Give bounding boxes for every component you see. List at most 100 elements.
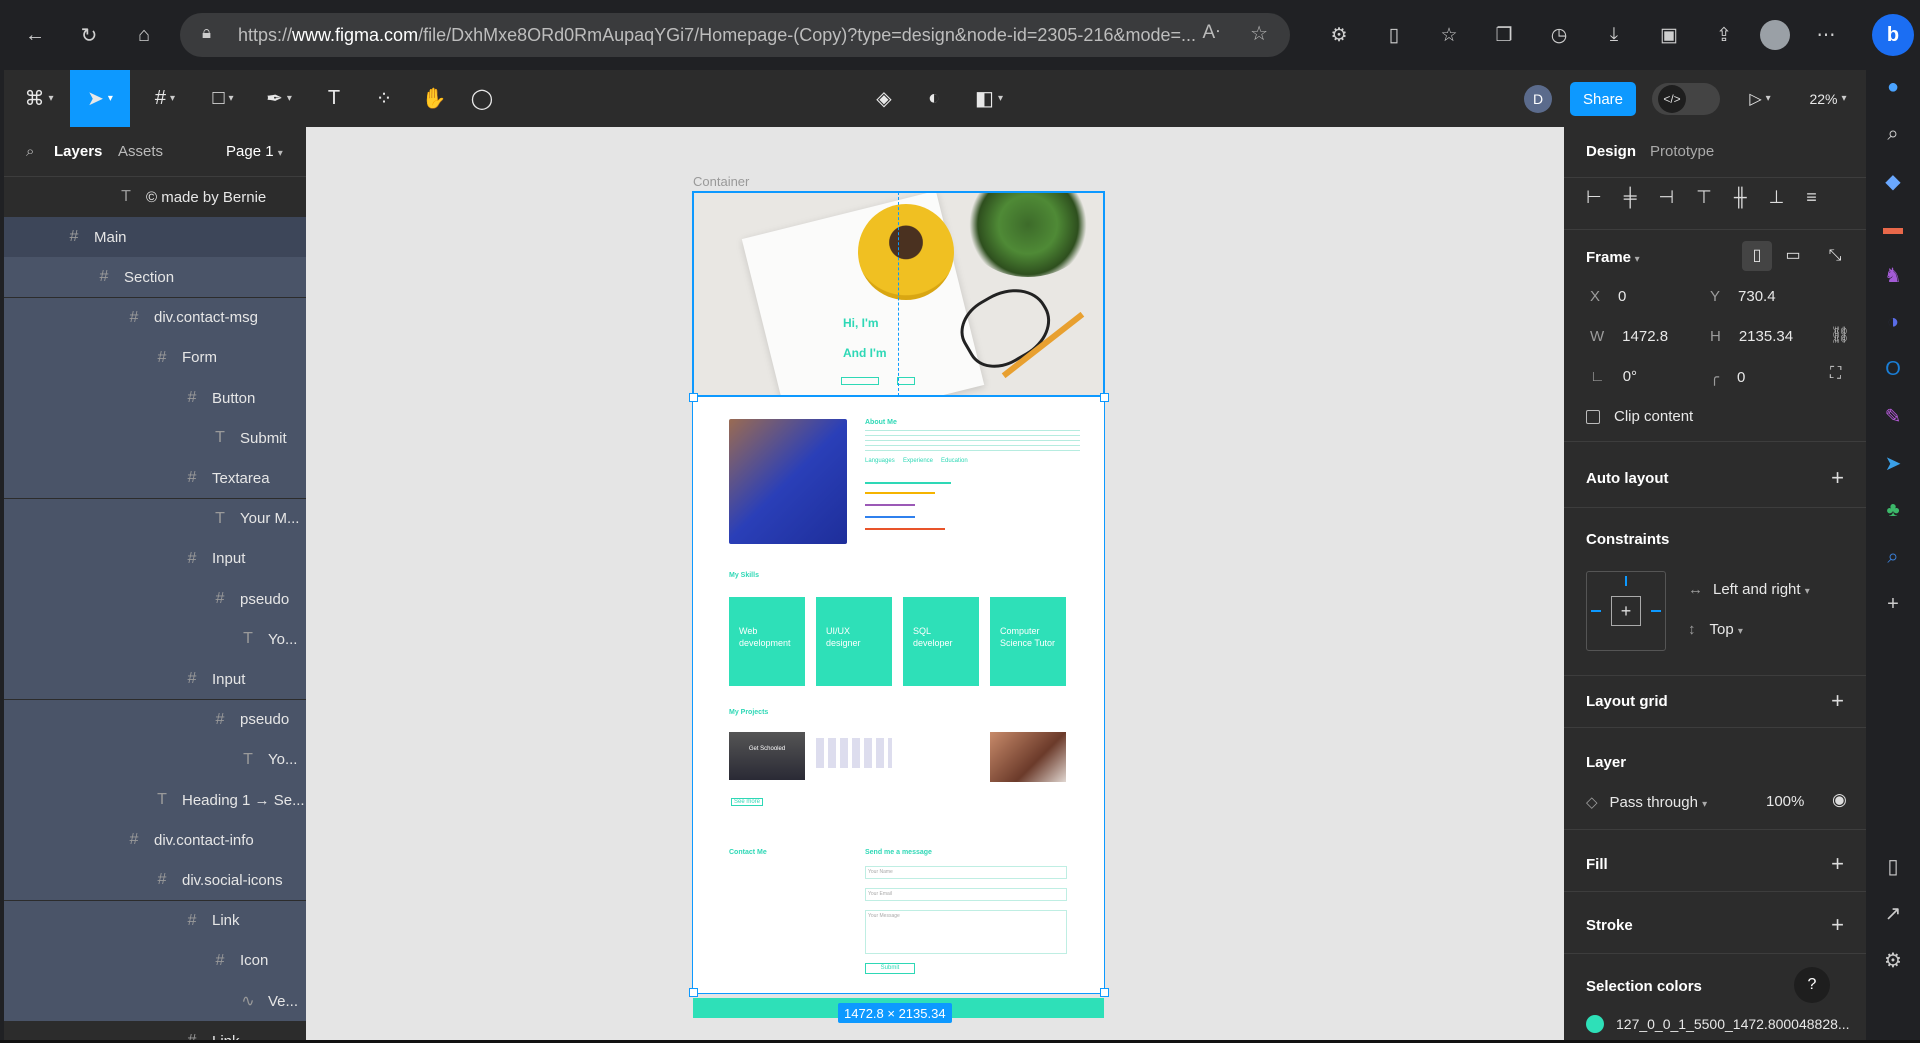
fit-content-icon[interactable]: ⤡ — [1820, 241, 1850, 271]
outlook-icon[interactable]: O — [1877, 353, 1909, 385]
landscape-icon[interactable]: ▭ — [1778, 241, 1808, 271]
split-screen-icon[interactable]: ▯ — [1375, 16, 1413, 54]
layer-row[interactable]: T © made by Bernie — [4, 177, 306, 217]
align-left-icon[interactable]: ⊢ — [1586, 187, 1602, 208]
align-top-icon[interactable]: ⊤ — [1696, 187, 1712, 208]
constraints-widget[interactable]: + — [1586, 571, 1666, 651]
hand-tool-icon[interactable]: ✋ — [414, 70, 454, 127]
extensions-icon[interactable]: ⚙ — [1320, 16, 1358, 54]
add-sidebar-icon[interactable]: + — [1877, 588, 1909, 620]
vertical-constraint-select[interactable]: ↕ Top ▾ — [1688, 621, 1743, 638]
apps-icon[interactable]: ▣ — [1650, 16, 1688, 54]
resize-handle[interactable] — [1100, 393, 1109, 402]
rotation-field[interactable]: ∟ 0° — [1590, 368, 1637, 385]
w-field[interactable]: W 1472.8 — [1590, 328, 1668, 345]
layer-row[interactable]: # Form — [4, 337, 306, 378]
move-tool-icon[interactable]: ➤ ▾ — [70, 70, 130, 127]
layer-row[interactable]: T Heading 1 → Se... — [4, 780, 306, 820]
office-icon[interactable]: ◑ — [1877, 306, 1909, 338]
layer-row[interactable]: # Link — [4, 1021, 306, 1040]
align-bottom-icon[interactable]: ⊥ — [1769, 187, 1785, 208]
copilot-icon[interactable]: b — [1872, 14, 1914, 56]
shape-tool-icon[interactable]: □ ▾ — [198, 70, 248, 127]
add-fill-icon[interactable]: + — [1831, 851, 1844, 877]
share-button[interactable]: Share — [1570, 82, 1636, 116]
tab-design[interactable]: Design — [1586, 143, 1636, 160]
layer-row[interactable]: # Input — [4, 538, 306, 579]
search-icon[interactable]: ⌕ — [26, 143, 34, 160]
boolean-icon[interactable]: ◧ ▾ — [964, 70, 1014, 127]
address-bar[interactable]: 🔒︎ https://www.figma.com/file/DxhMxe8ORd… — [180, 13, 1290, 57]
layer-row[interactable]: T Yo... — [4, 619, 306, 660]
tree-icon[interactable]: ♣ — [1877, 494, 1909, 526]
layer-row[interactable]: # Link — [4, 900, 306, 941]
send-icon[interactable]: ➤ — [1877, 447, 1909, 479]
search-sidebar-icon[interactable]: ⌕ — [1877, 118, 1909, 150]
layer-row[interactable]: # div.contact-msg — [4, 297, 306, 338]
search-web-icon[interactable]: ⌕ — [1877, 541, 1909, 573]
portrait-icon[interactable]: ▯ — [1742, 241, 1772, 271]
tab-prototype[interactable]: Prototype — [1650, 143, 1714, 160]
present-icon[interactable]: ▷ ▾ — [1740, 70, 1780, 127]
resize-handle[interactable] — [689, 988, 698, 997]
layer-row[interactable]: T Submit — [4, 418, 306, 459]
h-field[interactable]: H 2135.34 — [1710, 328, 1793, 345]
settings-icon[interactable]: ⚙ — [1877, 944, 1909, 976]
external-link-icon[interactable]: ↗ — [1877, 897, 1909, 929]
layer-row[interactable]: T Your M... — [4, 498, 306, 539]
layer-row[interactable]: # Button — [4, 378, 306, 418]
frame-tool-icon[interactable]: # ▾ — [140, 70, 190, 127]
layer-row[interactable]: # pseudo — [4, 699, 306, 740]
distribute-icon[interactable]: ≡ — [1806, 187, 1817, 208]
opacity-field[interactable]: 100% — [1766, 793, 1804, 810]
sidebar-layout-icon[interactable]: ▯ — [1877, 850, 1909, 882]
layer-row[interactable]: # div.contact-info — [4, 820, 306, 861]
help-button[interactable]: ? — [1794, 967, 1830, 1003]
add-layout-grid-icon[interactable]: + — [1831, 688, 1844, 714]
clip-content-checkbox[interactable] — [1586, 410, 1600, 424]
resize-handle[interactable] — [1100, 988, 1109, 997]
dev-mode-toggle[interactable]: </> — [1652, 83, 1720, 115]
layer-row[interactable]: # Section — [4, 257, 306, 298]
component-icon[interactable]: ◈ — [864, 70, 904, 127]
align-v-center-icon[interactable]: ╫ — [1734, 187, 1747, 208]
eye-icon[interactable]: ◉ — [1832, 790, 1847, 810]
layer-row[interactable]: # Textarea — [4, 458, 306, 499]
read-aloud-icon[interactable]: Aᐧ — [1202, 21, 1220, 44]
horizontal-constraint-select[interactable]: ↔ Left and right ▾ — [1688, 581, 1810, 598]
layer-row[interactable]: # div.social-icons — [4, 860, 306, 901]
resources-icon[interactable]: ⁘ — [364, 70, 404, 127]
tools-icon[interactable]: ▬ — [1877, 212, 1909, 244]
layer-row[interactable]: # pseudo — [4, 579, 306, 619]
pen-tool-icon[interactable]: ✒ ▾ — [254, 70, 304, 127]
frame-label[interactable]: Container — [693, 174, 749, 189]
games-icon[interactable]: ♞ — [1877, 259, 1909, 291]
favorite-star-icon[interactable]: ☆ — [1250, 21, 1268, 46]
main-menu-icon[interactable]: ⌘ ▾ — [14, 70, 64, 127]
refresh-icon[interactable]: ↻ — [70, 16, 108, 54]
share-page-icon[interactable]: ⇪ — [1705, 16, 1743, 54]
x-field[interactable]: X0 — [1590, 288, 1626, 305]
radius-field[interactable]: ╭ 0 — [1710, 368, 1745, 386]
user-avatar[interactable]: D — [1524, 85, 1552, 113]
mask-icon[interactable]: ◐ — [914, 70, 954, 127]
add-stroke-icon[interactable]: + — [1831, 912, 1844, 938]
layer-row[interactable]: T Yo... — [4, 739, 306, 780]
shopping-icon[interactable]: ◆ — [1877, 165, 1909, 197]
selection-color-name[interactable]: 127_0_0_1_5500_1472.800048828... — [1616, 1016, 1850, 1032]
blend-mode-select[interactable]: ◇ Pass through ▾ — [1586, 793, 1707, 811]
favorites-icon[interactable]: ☆ — [1430, 16, 1468, 54]
constrain-proportions-icon[interactable]: ⛓ — [1830, 325, 1850, 345]
back-icon[interactable]: ← — [16, 16, 54, 54]
align-h-center-icon[interactable]: ╪ — [1624, 187, 1637, 208]
text-tool-icon[interactable]: T — [314, 70, 354, 127]
downloads-icon[interactable]: ⤓ — [1595, 16, 1633, 54]
resize-handle[interactable] — [689, 393, 698, 402]
layer-row[interactable]: # Input — [4, 659, 306, 700]
designer-icon[interactable]: ✎ — [1877, 400, 1909, 432]
frame-section-title[interactable]: Frame ▾ — [1586, 249, 1640, 266]
page-selector[interactable]: Page 1 ▾ — [226, 143, 283, 160]
align-right-icon[interactable]: ⊣ — [1658, 187, 1674, 208]
add-auto-layout-icon[interactable]: + — [1831, 465, 1844, 491]
collections-icon[interactable]: ❐ — [1485, 16, 1523, 54]
